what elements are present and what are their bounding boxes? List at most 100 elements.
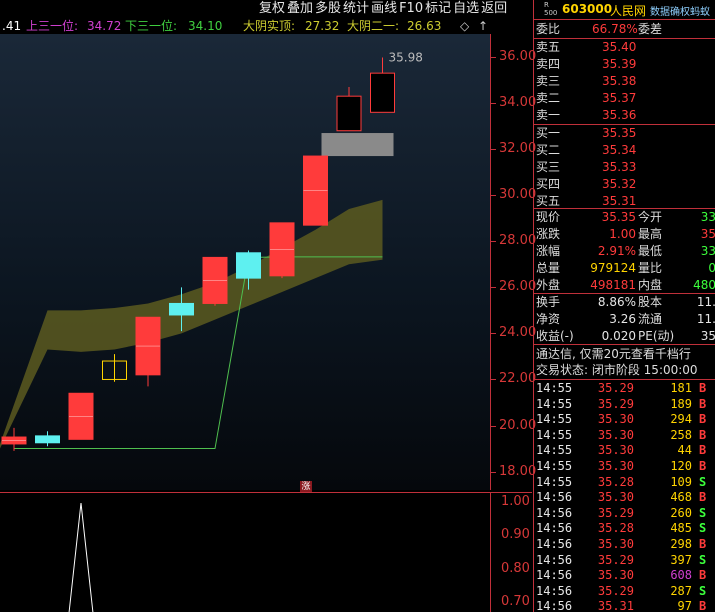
tick-row: 14:55 35.28 109 S	[534, 475, 715, 491]
bid-row-price: 35.35	[602, 126, 637, 140]
toolbar-fanhui[interactable]: 返回	[480, 0, 508, 18]
stat-value: 979124	[590, 261, 636, 275]
kline-chart[interactable]: 35.98	[0, 34, 490, 490]
tick-row: 14:56 35.29 287 S	[534, 584, 715, 600]
weibi-label: 委比	[536, 22, 561, 36]
signal-spike	[68, 502, 94, 612]
tick-time: 14:55	[536, 443, 573, 458]
bid-row-price: 35.33	[602, 160, 637, 174]
toolbar-zixuan[interactable]: 自选	[452, 0, 480, 18]
ask-row[interactable]: 卖四 35.39	[534, 56, 715, 73]
ask-row-label: 卖四	[536, 57, 561, 71]
tick-price: 35.30	[597, 490, 634, 505]
stat-label-2: 今开	[638, 210, 663, 224]
price-tick: 18.00	[499, 463, 537, 479]
notice-label[interactable]: 通达信, 仅需20元查看千档行	[536, 346, 691, 363]
trade-status: 交易状态: 闭市阶段 15:00:00	[534, 362, 715, 379]
lower-indicator-panel[interactable]	[0, 492, 490, 612]
ask-row-label: 卖二	[536, 91, 561, 105]
r500-badge: R 500	[544, 1, 558, 17]
tick-side: B	[699, 537, 707, 551]
indicator-header: .41 上三一位: 34.72 下三一位: 34.10 大阴实顶: 27.32 …	[0, 18, 490, 34]
bid-row[interactable]: 买二 35.34	[534, 142, 715, 159]
toolbar-huaxian[interactable]: 画线	[370, 0, 398, 18]
tick-side: S	[699, 521, 707, 536]
tick-time: 14:56	[536, 568, 573, 583]
ad-text[interactable]: 数据确权蚂蚁	[650, 3, 710, 18]
tick-side: S	[699, 583, 707, 598]
bid-row-label: 买一	[536, 126, 561, 140]
ask-row-label: 卖五	[536, 40, 561, 54]
tick-price: 35.30	[597, 459, 634, 473]
tick-price: 35.30	[597, 412, 634, 427]
bid-row[interactable]: 买三 35.33	[534, 159, 715, 176]
stat-value-2: 35	[700, 227, 715, 241]
tick-row: 14:56 35.30 298 B	[534, 537, 715, 553]
tick-price: 35.28	[597, 521, 634, 536]
bid-row-price: 35.34	[602, 143, 637, 157]
ask-row-label: 卖一	[536, 108, 561, 122]
diamond-icon[interactable]: ◇	[460, 18, 469, 34]
toolbar-duogu[interactable]: 多股	[314, 0, 342, 18]
stock-name[interactable]: 人民网	[610, 2, 646, 19]
bid-row-label: 买四	[536, 177, 561, 191]
price-tick: 34.00	[499, 95, 537, 111]
tick-price: 35.30	[597, 537, 634, 551]
stat-label: 外盘	[536, 278, 561, 292]
stat-label: 换手	[536, 295, 561, 309]
tick-time: 14:56	[536, 521, 573, 536]
ind-label-down: 下三一位:	[125, 19, 178, 33]
quote-panel: R 500 603000 人民网 数据确权蚂蚁 委比 66.78% 委差 卖五 3…	[533, 0, 715, 612]
tick-time: 14:56	[536, 583, 573, 598]
ask-row[interactable]: 卖五 35.40	[534, 39, 715, 56]
ind-value-top: 27.32	[305, 19, 340, 33]
stat-label-2: PE(动)	[638, 329, 675, 343]
stat-row: 涨幅 2.91% 最低 33	[534, 243, 715, 260]
tick-time: 14:55	[536, 381, 573, 395]
lower-tick: 1.00	[501, 494, 530, 509]
stat-row: 收益(-) 0.020 PE(动) 35	[534, 328, 715, 345]
tick-side: B	[699, 443, 707, 458]
tick-volume: 109	[670, 474, 692, 489]
stat-value: 498181	[590, 278, 636, 292]
stat-value-2: 33	[700, 210, 715, 224]
bid-row[interactable]: 买四 35.32	[534, 176, 715, 193]
high-price-label: 35.98	[389, 50, 423, 64]
up-arrow-icon[interactable]: ↑	[478, 18, 488, 34]
notice-text[interactable]: 通达信, 仅需20元查看千档行	[534, 346, 715, 363]
tick-volume: 260	[670, 505, 692, 520]
tick-volume: 608	[670, 568, 692, 583]
ask-row[interactable]: 卖一 35.36	[534, 107, 715, 124]
stat-label: 涨跌	[536, 227, 561, 241]
weicha-label: 委差	[638, 22, 663, 36]
tick-time: 14:55	[536, 459, 573, 473]
stat-value-2: 480	[693, 278, 715, 292]
price-tick: 26.00	[499, 279, 537, 295]
toolbar-f10[interactable]: F10	[398, 0, 424, 18]
tick-side: B	[699, 599, 707, 612]
stat-label-2: 量比	[638, 261, 663, 275]
stat-value: 3.26	[609, 312, 636, 326]
tick-side: B	[699, 381, 707, 395]
toolbar-tongji[interactable]: 统计	[342, 0, 370, 18]
weibi-value: 66.78%	[592, 22, 638, 36]
stock-code[interactable]: 603000	[562, 2, 612, 16]
tick-volume: 468	[670, 490, 692, 505]
resistance-box	[321, 133, 394, 157]
tick-volume: 397	[670, 552, 692, 567]
candle-body	[35, 435, 60, 444]
tick-price: 35.29	[597, 381, 634, 395]
bid-row-label: 买三	[536, 160, 561, 174]
tick-side: B	[699, 427, 707, 442]
ask-row[interactable]: 卖三 35.38	[534, 73, 715, 90]
tick-row: 14:56 35.30 608 B	[534, 568, 715, 584]
stat-value-2: 11.	[696, 295, 715, 309]
tick-price: 35.31	[597, 599, 634, 612]
toolbar-biaoji[interactable]: 标记	[424, 0, 452, 18]
toolbar-fuquan[interactable]: 复权	[258, 0, 286, 18]
price-axis: 36.00 34.00 32.00 30.00 28.00 26.00 24.00 22.00…	[490, 34, 536, 490]
bid-row[interactable]: 买一 35.35	[534, 125, 715, 142]
toolbar-diejia[interactable]: 叠加	[286, 0, 314, 18]
ask-row[interactable]: 卖二 35.37	[534, 90, 715, 107]
tick-side: B	[699, 412, 707, 427]
